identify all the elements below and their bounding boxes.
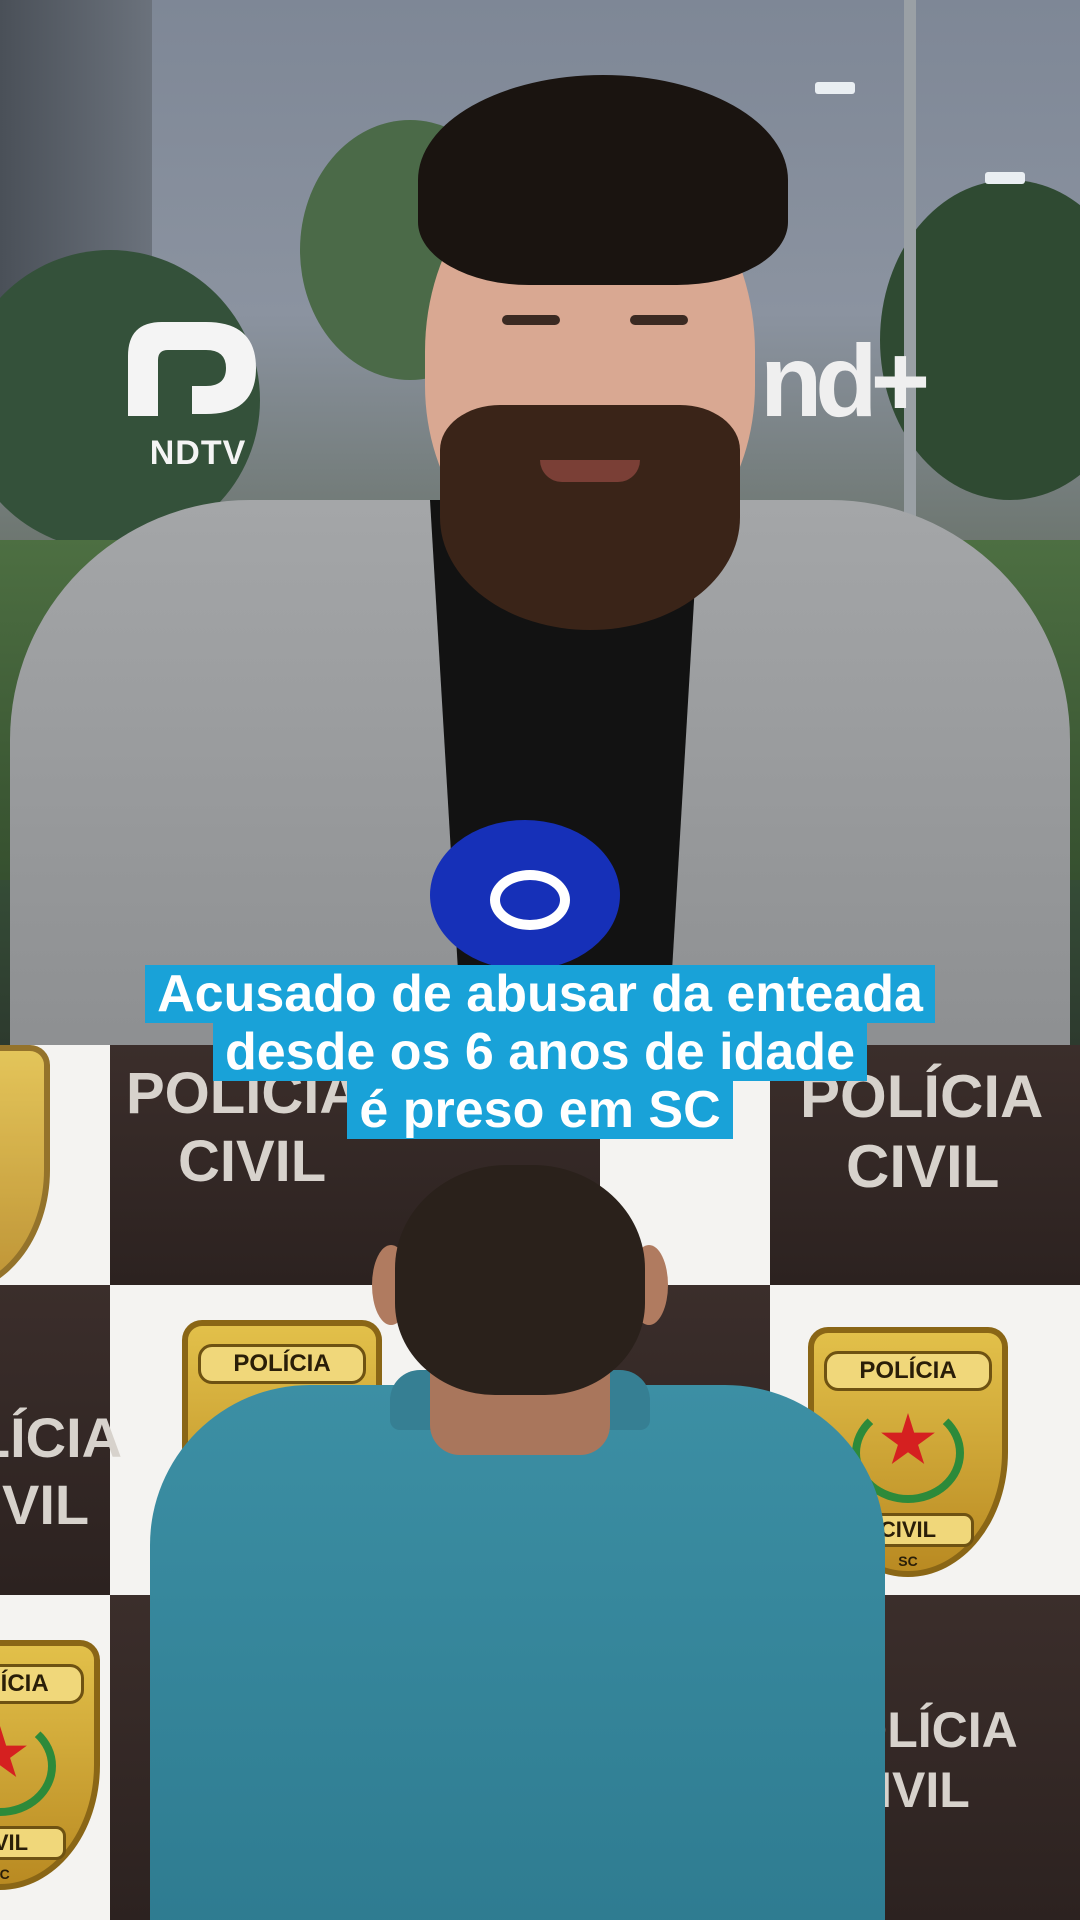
reporter-eye: [630, 315, 688, 325]
caption-line: é preso em SC: [347, 1081, 733, 1139]
reporter-eye: [502, 315, 560, 325]
ndtv-logo-text: NDTV: [149, 434, 247, 472]
reporter: [0, 0, 1080, 1045]
suspect-head: [395, 1165, 645, 1395]
ndtv-logo-icon: [128, 322, 256, 416]
caption-line: desde os 6 anos de idade: [213, 1023, 867, 1081]
reporter-beard: [440, 405, 740, 630]
microphone-logo: [490, 870, 570, 930]
reporter-hair: [418, 75, 788, 285]
ndtv-logo: NDTV: [122, 316, 270, 476]
news-caption: Acusado de abusar da enteada desde os 6 …: [0, 965, 1080, 1139]
suspect-shirt: [150, 1385, 885, 1920]
police-photo: POLÍCIA CIVIL POLÍCIA CIVIL POLÍCIA CIVI…: [0, 1045, 1080, 1920]
nd-plus-logo: nd+: [760, 324, 930, 438]
caption-line: Acusado de abusar da enteada: [145, 965, 935, 1023]
suspect: [0, 1045, 1080, 1920]
reporter-mouth: [540, 460, 640, 482]
reporter-video-frame: NDTV nd+: [0, 0, 1080, 1045]
